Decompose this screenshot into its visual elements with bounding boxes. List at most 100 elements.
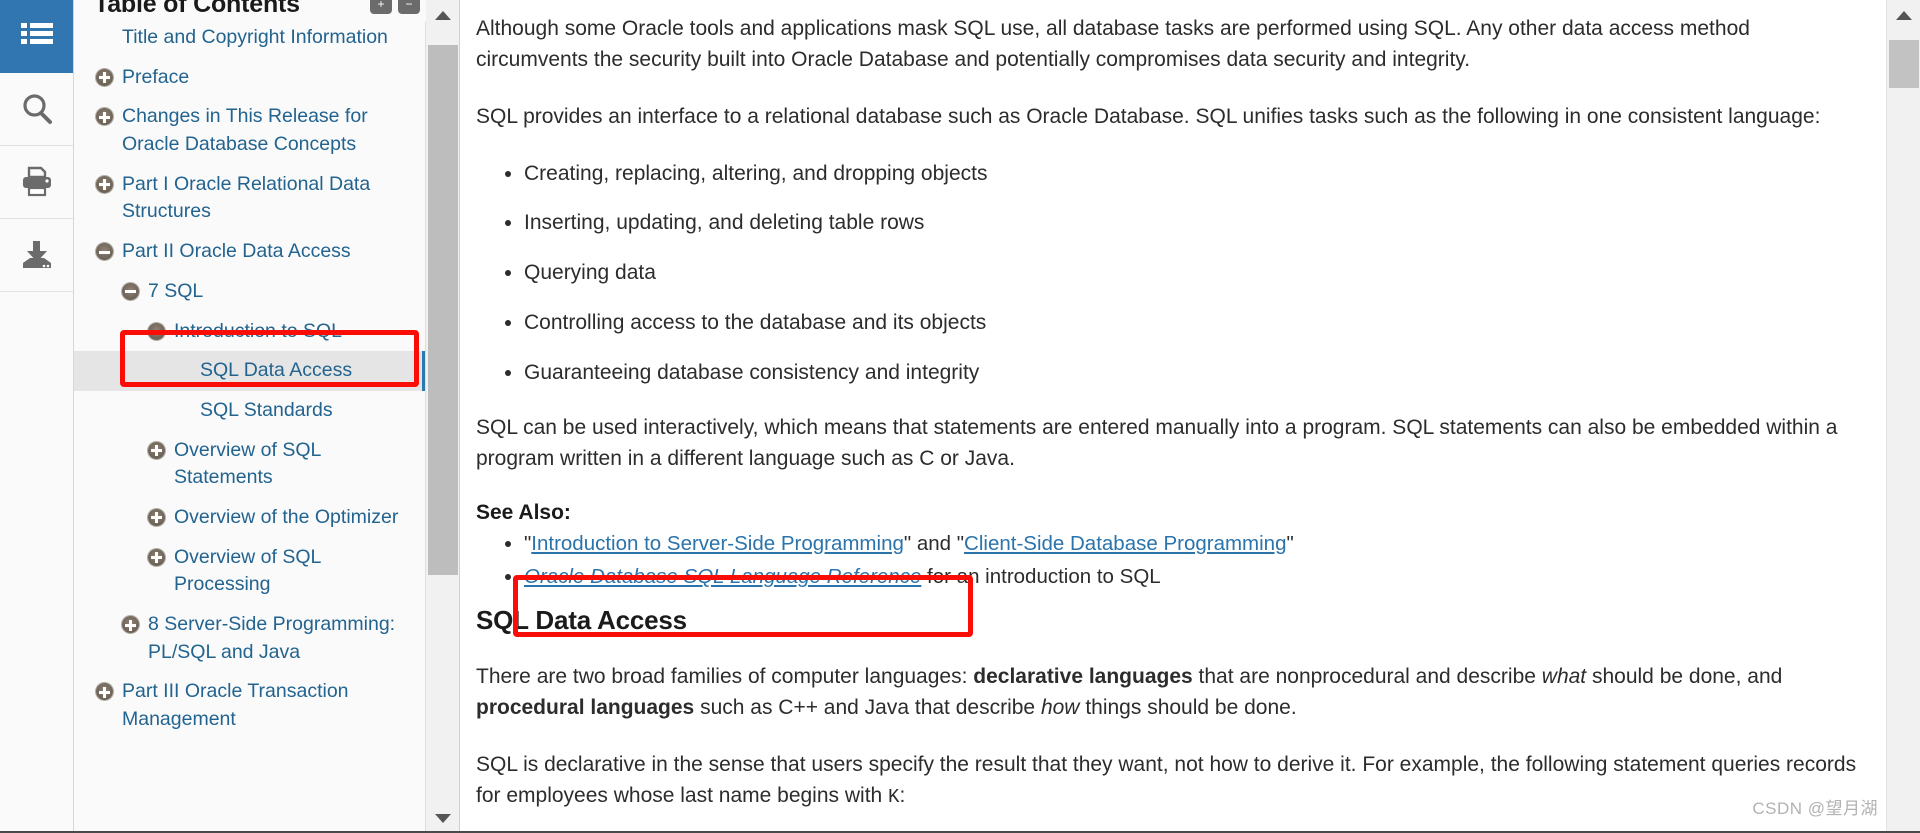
toc-item-label: SQL Data Access [200, 359, 353, 382]
expand-icon[interactable] [96, 68, 113, 86]
toc-list: Title and Copyright Information Preface Ch… [74, 18, 426, 740]
p4-what: what [1541, 665, 1587, 689]
toc-item-label: Overview of the Optimizer [174, 505, 399, 528]
toc-scrollbar-thumb[interactable] [428, 45, 458, 575]
toc-item-label: Part III Oracle Transaction Management [122, 680, 349, 731]
section-heading-sql-data-access: SQL Data Access [476, 605, 687, 636]
toc-item-preface[interactable]: Preface [74, 58, 426, 98]
list-item: Creating, replacing, altering, and dropp… [524, 159, 1860, 190]
toc-item-label: Overview of SQL Statements [174, 438, 321, 489]
rail-button-contents[interactable] [0, 0, 73, 73]
see-also-item-2-tail: for an introduction to SQL [921, 565, 1161, 589]
collapse-icon[interactable] [122, 282, 139, 300]
paragraph-3: SQL can be used interactively, which mea… [476, 415, 1838, 470]
no-toggle-icon [96, 29, 113, 46]
no-toggle-icon [174, 362, 191, 379]
expand-icon[interactable] [148, 548, 165, 566]
toc-scrollbar[interactable] [425, 0, 459, 833]
list-item: Guaranteeing database consistency and in… [524, 358, 1860, 389]
p4-part-c: that are nonprocedural and describe [1192, 665, 1542, 689]
toc-item-title-and-copyright-information[interactable]: Title and Copyright Information [74, 18, 426, 58]
tool-rail [0, 0, 74, 833]
toc-item-part-ii-oracle-data-access[interactable]: Part II Oracle Data Access [74, 232, 426, 272]
quote-close: " [1286, 531, 1294, 555]
p5-part-a: SQL is declarative in the sense that use… [476, 752, 1857, 807]
list-item: Inserting, updating, and deleting table … [524, 208, 1860, 239]
sql-tasks-list: Creating, replacing, altering, and dropp… [476, 159, 1860, 389]
toc-item-label: Part I Oracle Relational Data Structures [122, 172, 371, 223]
toc-item-introduction-to-sql[interactable]: Introduction to SQL [74, 312, 426, 352]
collapse-icon[interactable] [96, 243, 113, 261]
list-item: Querying data [524, 258, 1860, 289]
p4-part-i: things should be done. [1079, 695, 1297, 719]
expand-icon[interactable] [122, 616, 139, 633]
toc-item-label: Overview of SQL Processing [174, 545, 321, 596]
paragraph-2: SQL provides an interface to a relationa… [476, 104, 1821, 128]
chevron-up-icon [435, 10, 451, 20]
rail-button-search[interactable] [0, 73, 73, 146]
expand-icon[interactable] [148, 441, 165, 459]
toc-item-overview-of-the-optimizer[interactable]: Overview of the Optimizer [74, 498, 426, 538]
rail-button-download[interactable] [0, 219, 73, 292]
toc-item-label: 7 SQL [148, 279, 204, 302]
expand-icon[interactable] [96, 175, 113, 193]
toc-item-part-iii-oracle-transaction-management[interactable]: Part III Oracle Transaction Management [74, 672, 426, 739]
main-scrollbar-thumb[interactable] [1889, 40, 1919, 88]
toc-item-part-i-oracle-relational-data-structures[interactable]: Part I Oracle Relational Data Structures [74, 165, 426, 232]
document-content-area: Although some Oracle tools and applicati… [460, 0, 1920, 833]
toc-item-label: Introduction to SQL [174, 319, 343, 342]
toc-header: Table of Contents + − [74, 0, 426, 22]
toc-scroll-down-button[interactable] [426, 803, 459, 833]
expand-icon[interactable] [148, 508, 165, 526]
toc-item-sql-standards[interactable]: SQL Standards [74, 391, 426, 431]
toc-scroll-up-button[interactable] [426, 0, 459, 30]
search-icon [20, 92, 54, 126]
document-body: Although some Oracle tools and applicati… [460, 0, 1920, 833]
toc-title: Table of Contents [94, 0, 300, 18]
expand-all-icon[interactable]: + [370, 0, 392, 14]
list-item: Controlling access to the database and i… [524, 308, 1860, 339]
link-client-side-database-programming[interactable]: Client-Side Database Programming [964, 532, 1286, 555]
p4-declarative-languages: declarative languages [973, 665, 1193, 689]
toc-item-sql-data-access[interactable]: SQL Data Access [74, 351, 426, 391]
p5-part-b: : [899, 783, 906, 807]
toc-item-overview-of-sql-statements[interactable]: Overview of SQL Statements [74, 431, 426, 498]
main-scroll-up-button[interactable] [1887, 0, 1920, 30]
p4-part-e: should be done, and [1586, 665, 1783, 689]
main-scrollbar[interactable] [1886, 0, 1920, 833]
toc-item-7-sql[interactable]: 7 SQL [74, 272, 426, 312]
toc-scroll-area[interactable]: Title and Copyright Information Preface Ch… [74, 18, 426, 833]
see-also-item-2: Oracle Database SQL Language Reference f… [524, 562, 1860, 593]
rail-button-spacer [0, 292, 73, 833]
p4-part-a: There are two broad families of computer… [476, 665, 974, 689]
collapse-icon[interactable] [148, 322, 165, 340]
toc-item-label: SQL Standards [200, 398, 333, 421]
watermark: CSDN @望月湖 [1752, 799, 1878, 818]
paragraph-1: Although some Oracle tools and applicati… [476, 17, 1750, 71]
expand-icon[interactable] [96, 108, 113, 126]
toc-item-8-server-side-programming-pl-sql-and-java[interactable]: 8 Server-Side Programming: PL/SQL and Ja… [74, 605, 426, 672]
toc-item-label: 8 Server-Side Programming: PL/SQL and Ja… [148, 613, 396, 663]
paragraph-5: SQL is declarative in the sense that use… [476, 750, 1860, 812]
expand-icon[interactable] [96, 683, 113, 701]
print-icon [20, 166, 54, 198]
no-toggle-icon [174, 402, 191, 419]
toc-header-actions: + − [370, 0, 420, 14]
p4-how: how [1040, 695, 1080, 719]
contents-icon [20, 21, 54, 51]
rail-button-print[interactable] [0, 146, 73, 219]
collapse-all-icon[interactable]: − [398, 0, 420, 14]
chevron-down-icon [435, 813, 451, 823]
see-also-list: " Introduction to Server-Side Programming… [476, 529, 1860, 594]
table-of-contents-panel: Table of Contents + − Title and Copyrigh… [74, 0, 460, 833]
toc-item-overview-of-sql-processing[interactable]: Overview of SQL Processing [74, 538, 426, 605]
download-icon [20, 239, 54, 271]
link-introduction-server-side-programming[interactable]: Introduction to Server-Side Programming [531, 532, 904, 555]
toc-item-changes-in-this-release-for-oracle-database-concepts[interactable]: Changes in This Release for Oracle Datab… [74, 97, 426, 164]
paragraph-4: There are two broad families of computer… [476, 662, 1860, 724]
see-also-conjunction: " and " [903, 531, 965, 555]
link-oracle-database-sql-language-reference[interactable]: Oracle Database SQL Language Reference [524, 565, 921, 588]
p4-part-g: such as C++ and Java that describe [694, 695, 1041, 719]
toc-item-label: Part II Oracle Data Access [122, 240, 351, 263]
see-also-item-1: " Introduction to Server-Side Programming… [524, 529, 1860, 560]
